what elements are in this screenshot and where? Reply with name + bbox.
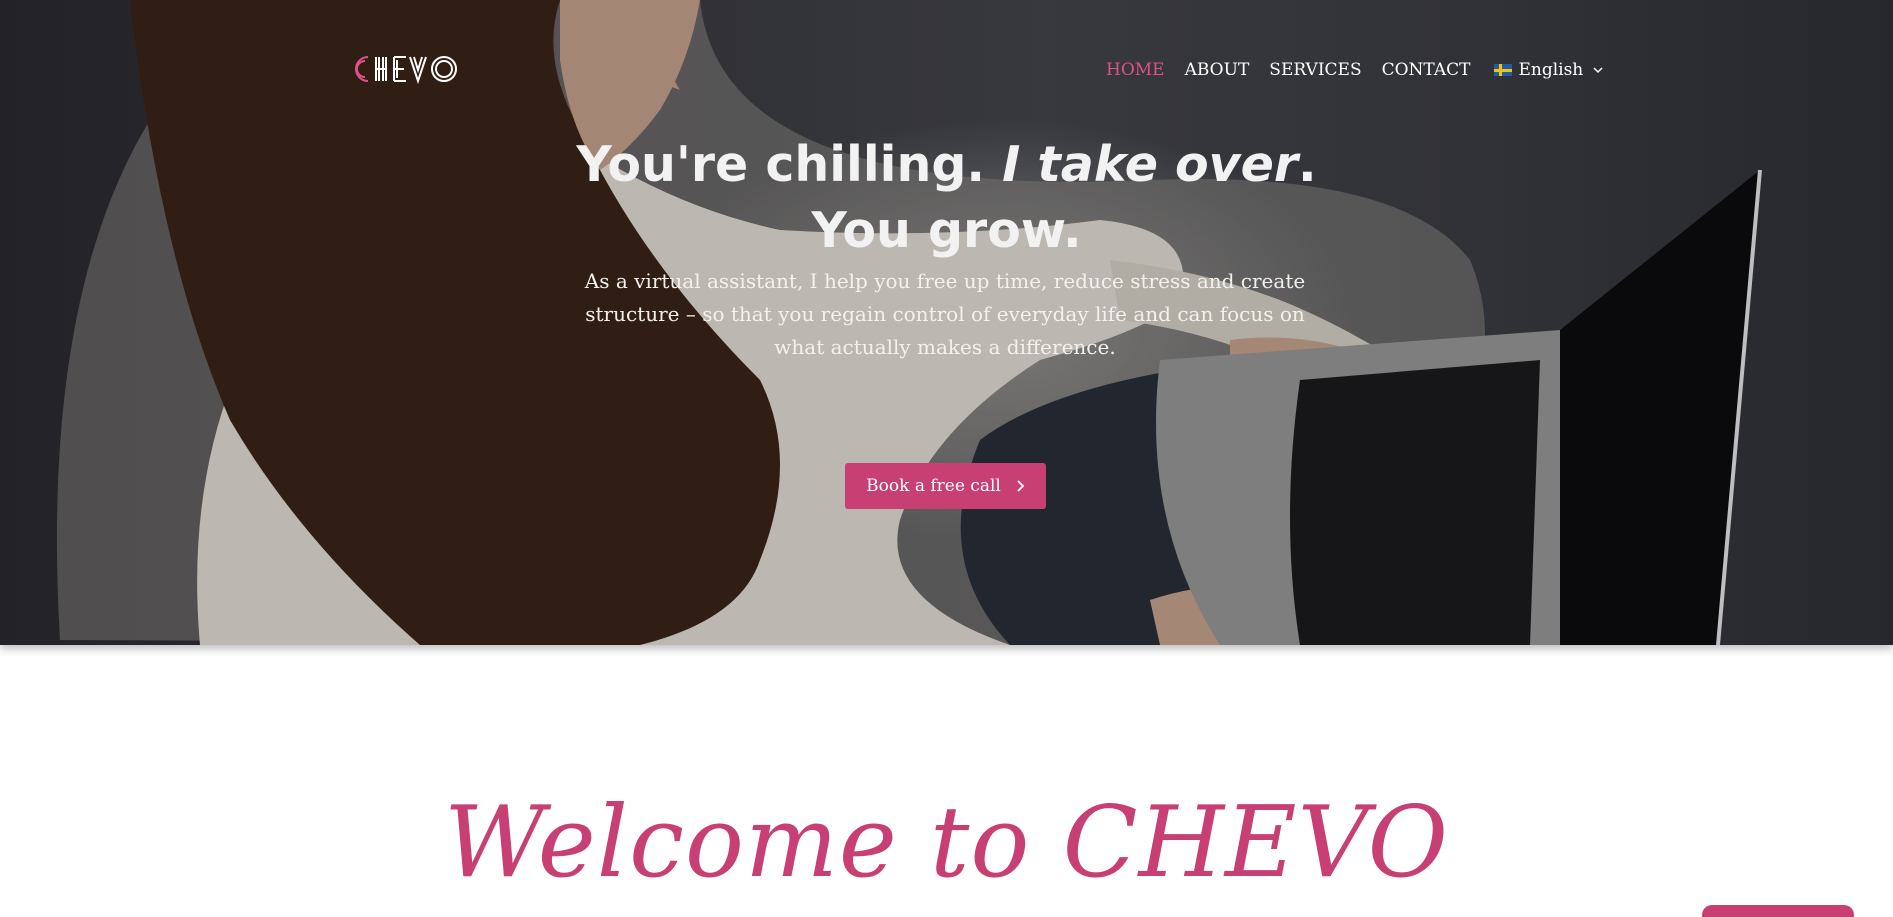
headline-line2: You grow. — [811, 202, 1082, 259]
nav-contact[interactable]: CONTACT — [1382, 60, 1471, 80]
main-nav: HOME ABOUT SERVICES CONTACT English — [1106, 60, 1603, 80]
nav-about[interactable]: ABOUT — [1185, 60, 1250, 80]
hero-subtext: As a virtual assistant, I help you free … — [584, 269, 1306, 359]
book-call-label: Book a free call — [866, 476, 1001, 496]
headline-part1: You're chilling. — [576, 136, 986, 193]
book-call-button[interactable]: Book a free call — [845, 463, 1046, 509]
welcome-title: Welcome to CHEVO — [444, 786, 1449, 900]
headline-period: . — [1298, 136, 1317, 193]
headline-italic: I take over — [1002, 136, 1299, 193]
chevron-right-icon — [1017, 480, 1025, 492]
sweden-flag-icon — [1494, 64, 1513, 76]
hero-section: HOME ABOUT SERVICES CONTACT English You'… — [0, 0, 1893, 645]
nav-home[interactable]: HOME — [1106, 60, 1165, 80]
language-label: English — [1518, 60, 1584, 80]
language-switcher[interactable]: English — [1494, 60, 1603, 80]
hero-headline: You're chilling. I take over. You grow. — [0, 132, 1893, 264]
nav-services[interactable]: SERVICES — [1269, 60, 1361, 80]
chevron-down-icon — [1593, 67, 1603, 74]
chat-widget-tab[interactable] — [1702, 905, 1854, 917]
chevo-logo[interactable] — [350, 50, 462, 88]
